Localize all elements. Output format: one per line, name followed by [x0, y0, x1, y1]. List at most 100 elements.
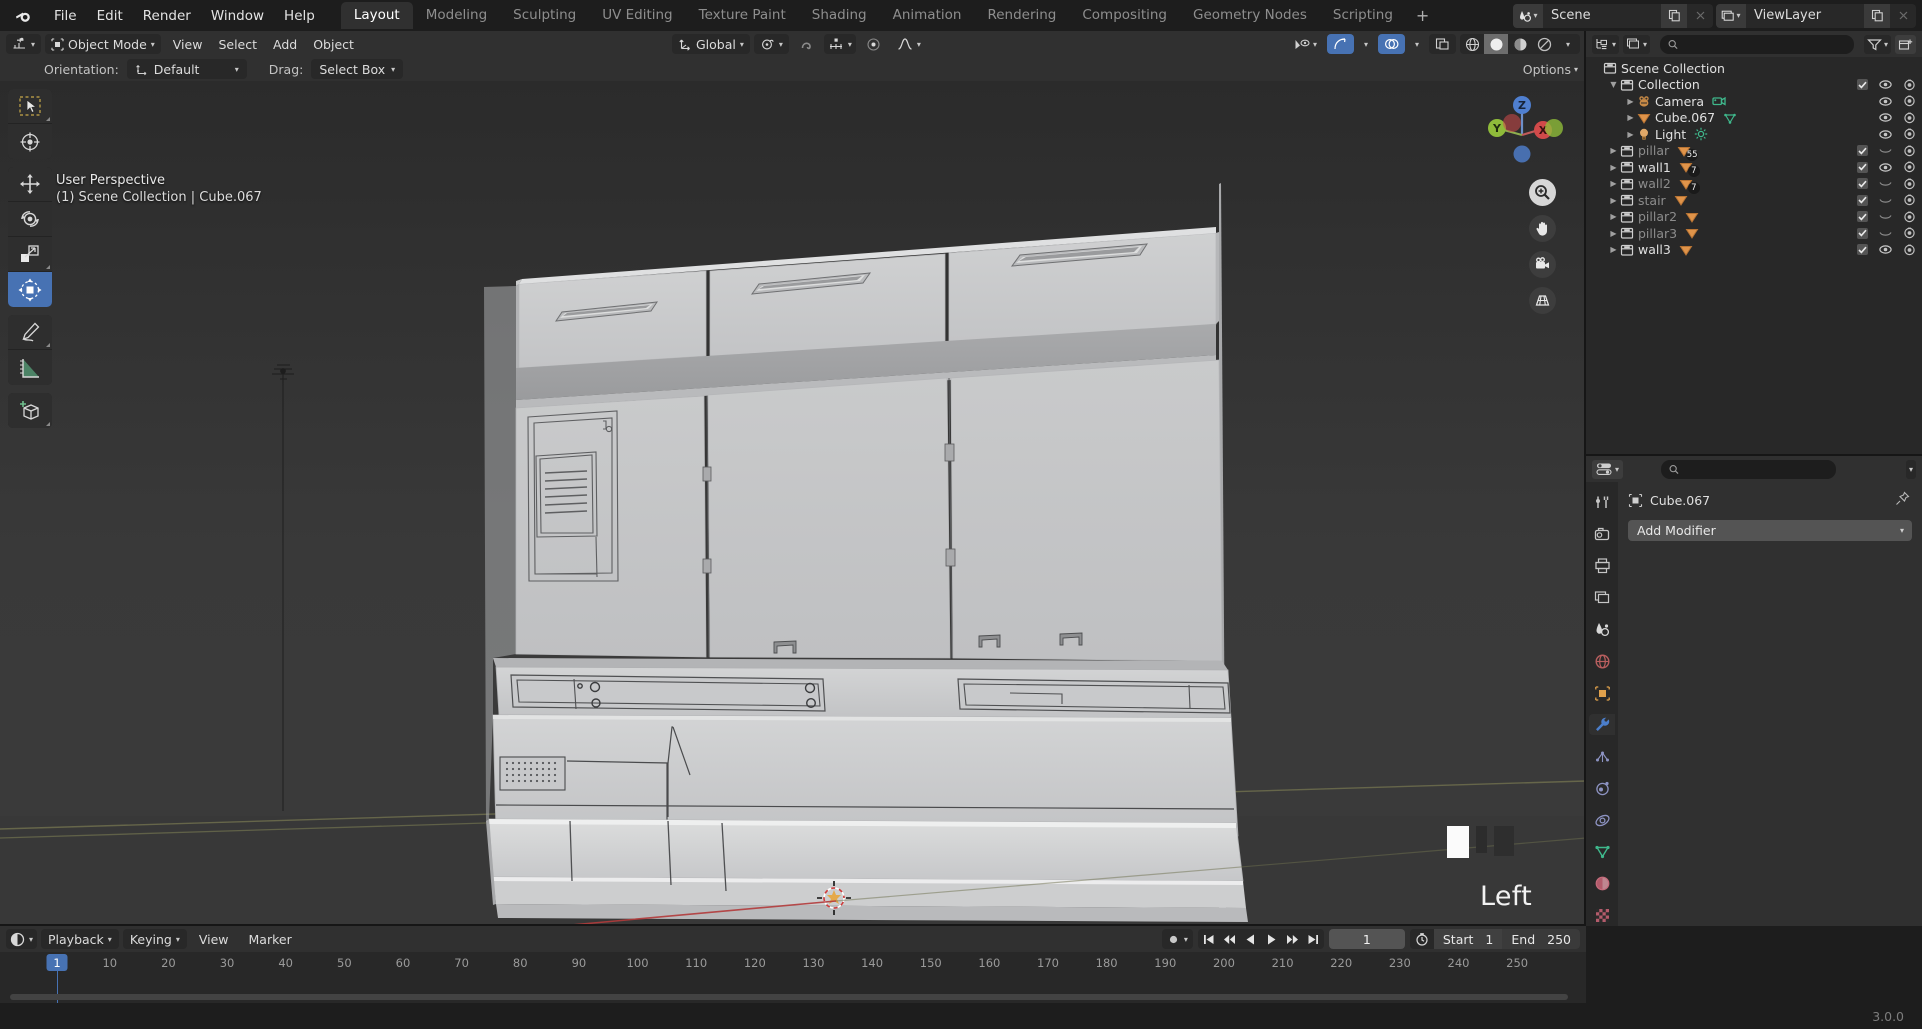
viewport-options-button[interactable]: Options ▾	[1523, 62, 1578, 77]
interaction-mode-selector[interactable]: Object Mode ▾	[45, 34, 161, 54]
jump-to-end-button[interactable]	[1303, 929, 1324, 949]
viewport-menu-view[interactable]: View	[165, 37, 211, 52]
expander-collapse-icon[interactable]: ▼	[1607, 80, 1620, 89]
scene-selector[interactable]: ▾ Scene	[1513, 3, 1713, 28]
workspace-tab-uv-editing[interactable]: UV Editing	[589, 2, 685, 29]
shading-wireframe-button[interactable]	[1460, 34, 1484, 54]
pan-icon[interactable]	[1529, 215, 1556, 242]
end-frame-field[interactable]: End 250	[1502, 929, 1580, 949]
outliner-search-input[interactable]	[1660, 34, 1854, 54]
outliner-editor[interactable]: ▾ ▾ ▾ Scene Collection ▼ Collection ▶ Ca…	[1586, 31, 1922, 456]
expander-expand-icon[interactable]: ▶	[1607, 245, 1620, 254]
render-visibility-icon[interactable]	[1903, 194, 1916, 206]
constraints-tab[interactable]	[1589, 810, 1615, 831]
expander-expand-icon[interactable]: ▶	[1607, 196, 1620, 205]
outliner-filter-button[interactable]: ▾	[1863, 34, 1891, 54]
expander-expand-icon[interactable]: ▶	[1607, 229, 1620, 238]
workspace-tab-sculpting[interactable]: Sculpting	[500, 2, 589, 29]
rotate-tool[interactable]	[8, 202, 52, 237]
visibility-eye-closed-icon[interactable]	[1879, 195, 1892, 206]
scale-tool[interactable]	[8, 237, 52, 272]
viewport-menu-add[interactable]: Add	[265, 37, 305, 52]
snap-settings[interactable]: ▾	[823, 34, 856, 54]
delete-view-layer-button[interactable]	[1890, 3, 1916, 28]
timeline-keying-menu[interactable]: Keying ▾	[122, 929, 187, 949]
render-visibility-icon[interactable]	[1903, 112, 1916, 124]
menu-window[interactable]: Window	[201, 5, 274, 27]
viewport-menu-select[interactable]: Select	[210, 37, 265, 52]
visibility-selector[interactable]: ▾	[1288, 34, 1323, 54]
visibility-eye-closed-icon[interactable]	[1879, 145, 1892, 156]
play-reverse-button[interactable]	[1240, 929, 1261, 949]
outliner-row-camera[interactable]: ▶ Camera	[1586, 93, 1922, 110]
outliner-display-mode-button[interactable]: ▾	[1623, 34, 1651, 54]
render-visibility-icon[interactable]	[1903, 244, 1916, 256]
outliner-row-light[interactable]: ▶ Light	[1586, 126, 1922, 143]
visibility-eye-icon[interactable]	[1879, 96, 1892, 107]
expander-expand-icon[interactable]: ▶	[1624, 97, 1637, 106]
workspace-tab-rendering[interactable]: Rendering	[974, 2, 1069, 29]
show-overlays-toggle[interactable]	[1377, 34, 1405, 54]
visibility-eye-icon[interactable]	[1879, 112, 1892, 123]
texture-tab[interactable]	[1589, 905, 1615, 926]
zoom-icon[interactable]	[1529, 179, 1556, 206]
timeline-editor[interactable]: ▾ Playback ▾ Keying ▾ View Marker ▾ 1 St…	[0, 926, 1586, 1005]
pivot-point-selector[interactable]: ▾	[753, 34, 789, 54]
render-visibility-icon[interactable]	[1903, 161, 1916, 173]
gizmo-settings-dropdown[interactable]: ▾	[1358, 34, 1374, 54]
outliner-tree[interactable]: Scene Collection ▼ Collection ▶ Camera ▶ Cube.…	[1586, 57, 1922, 258]
show-gizmo-toggle[interactable]	[1326, 34, 1354, 54]
view-layer-name-field[interactable]: ViewLayer	[1746, 4, 1864, 28]
outliner-exclude-checkbox[interactable]	[1857, 244, 1868, 256]
outliner-row-pillar3[interactable]: ▶ pillar3	[1586, 225, 1922, 242]
add-modifier-button[interactable]: Add Modifier ▾	[1628, 520, 1912, 541]
start-frame-field[interactable]: Start 1	[1433, 929, 1503, 949]
ortho-grid-icon[interactable]	[1529, 287, 1556, 314]
pin-icon[interactable]	[1895, 491, 1910, 510]
visibility-eye-icon[interactable]	[1879, 129, 1892, 140]
view-layer-selector[interactable]: ▾ ViewLayer	[1716, 3, 1916, 28]
expander-expand-icon[interactable]: ▶	[1624, 130, 1637, 139]
editor-edge-horizontal-outliner[interactable]	[1586, 454, 1922, 456]
render-visibility-icon[interactable]	[1903, 178, 1916, 190]
shading-mode-group[interactable]: ▾	[1460, 34, 1580, 54]
menu-file[interactable]: File	[44, 5, 87, 27]
output-tab[interactable]	[1589, 556, 1615, 577]
properties-search-field[interactable]	[1683, 462, 1828, 476]
measure-tool[interactable]	[8, 350, 52, 385]
outliner-row-wall1[interactable]: ▶ wall1 7	[1586, 159, 1922, 178]
frame-range-controls[interactable]: Start 1 End 250	[1409, 929, 1580, 949]
xray-toggle[interactable]	[1429, 34, 1456, 54]
select-box-tool[interactable]	[8, 89, 52, 124]
world-tab[interactable]	[1589, 651, 1615, 672]
transform-tool[interactable]	[8, 272, 52, 307]
workspace-tab-layout[interactable]: Layout	[340, 2, 413, 29]
camera-icon[interactable]	[1529, 251, 1556, 278]
outliner-exclude-checkbox[interactable]	[1857, 178, 1868, 190]
jump-to-start-button[interactable]	[1198, 929, 1219, 949]
prev-keyframe-button[interactable]	[1219, 929, 1240, 949]
scene-tab[interactable]	[1589, 619, 1615, 640]
editor-type-selector[interactable]: ▾	[6, 34, 42, 54]
properties-search-input[interactable]	[1661, 459, 1836, 479]
viewport-menu-object[interactable]: Object	[305, 37, 362, 52]
render-visibility-icon[interactable]	[1903, 211, 1916, 223]
outliner-exclude-checkbox[interactable]	[1857, 145, 1868, 157]
shading-settings-dropdown[interactable]: ▾	[1556, 34, 1580, 54]
timeline-view-menu[interactable]: View	[191, 932, 237, 947]
editor-edge-horizontal-timeline[interactable]	[0, 924, 1584, 926]
transform-orientation-selector[interactable]: Global ▾	[672, 34, 750, 54]
timeline-editor-type-button[interactable]: ▾	[6, 929, 38, 949]
navigation-gizmo[interactable]: Z Y X	[1480, 87, 1564, 171]
menu-help[interactable]: Help	[274, 5, 325, 27]
properties-editor[interactable]: ▾ ▾ Cube.067 Add Modifier ▾	[1586, 456, 1922, 926]
current-frame-field[interactable]: 1	[1328, 929, 1405, 949]
visibility-eye-icon[interactable]	[1879, 162, 1892, 173]
timeline-marker-menu[interactable]: Marker	[241, 932, 300, 947]
add-workspace-button[interactable]: +	[1406, 4, 1439, 27]
view-layer-tab[interactable]	[1589, 587, 1615, 608]
timeline-playhead[interactable]: 1	[46, 954, 68, 971]
render-visibility-icon[interactable]	[1903, 128, 1916, 140]
render-tab[interactable]	[1589, 524, 1615, 545]
workspace-tab-geometry-nodes[interactable]: Geometry Nodes	[1180, 2, 1320, 29]
